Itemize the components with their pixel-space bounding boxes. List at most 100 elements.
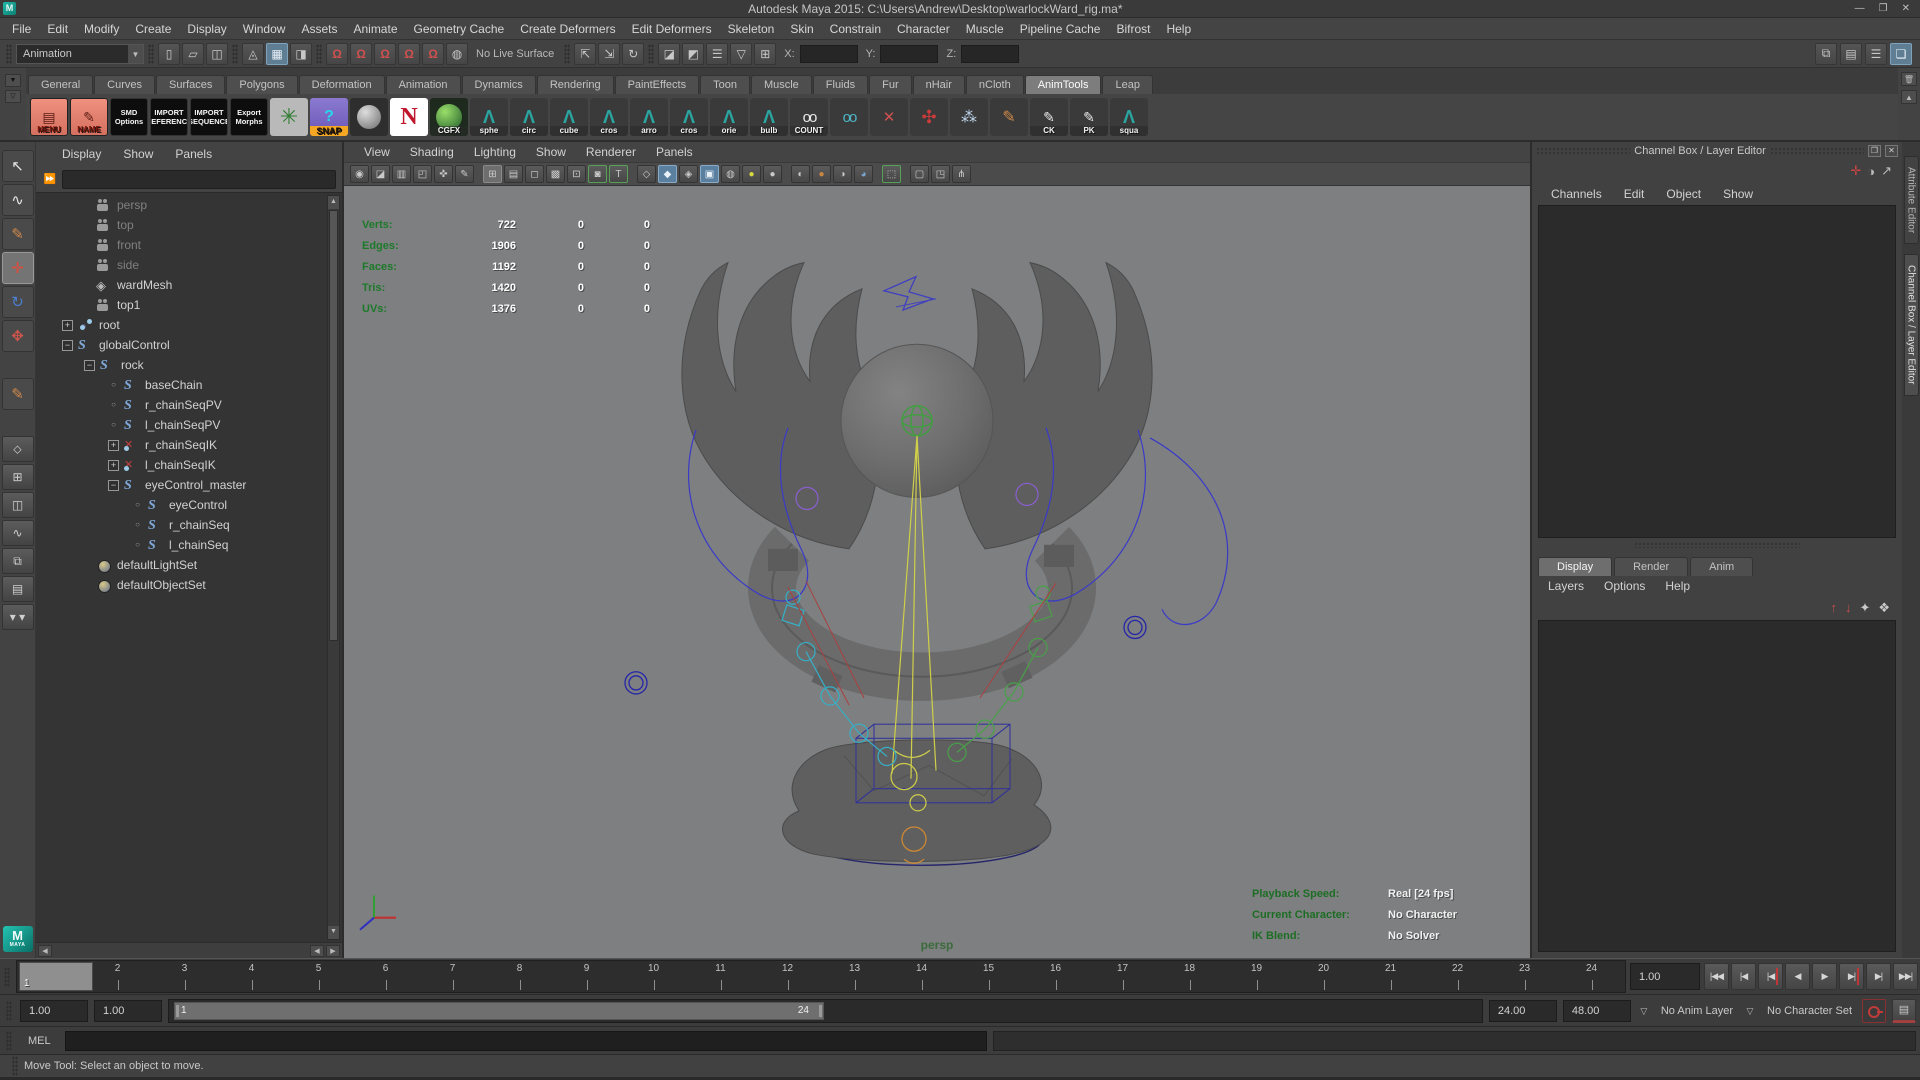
timeline-frame-tick[interactable]: 10 [620, 961, 687, 992]
menu-item[interactable]: Help [1158, 18, 1199, 40]
outliner-item[interactable]: baseChain [36, 375, 326, 395]
character-set-dropdown-icon[interactable]: ▽ [1743, 1004, 1757, 1018]
shelf-button[interactable]: Λ cros [670, 98, 708, 136]
viewport-menu-item[interactable]: Lighting [464, 145, 526, 159]
layout-button[interactable]: ⧉ [1, 548, 34, 574]
menu-item[interactable]: Muscle [958, 18, 1012, 40]
sidebar-vertical-tab[interactable]: Channel Box / Layer Editor [1903, 254, 1919, 396]
viewport-toolbar-icon[interactable]: ▥ [392, 165, 411, 183]
toolbar-grip[interactable] [4, 966, 10, 987]
toolbar-grip[interactable] [6, 1030, 12, 1051]
outliner-item[interactable]: top1 [36, 295, 326, 315]
scroll-right-icon[interactable]: ▶ [326, 944, 340, 957]
outliner-item[interactable]: eyeControl_master [36, 475, 326, 495]
playback-button[interactable]: ▶| [1866, 963, 1891, 990]
outliner-item[interactable]: r_chainSeqPV [36, 395, 326, 415]
viewport-toolbar-icon[interactable] [784, 165, 789, 183]
viewport-toolbar-icon[interactable]: ● [812, 165, 831, 183]
outliner-menu-item[interactable]: Panels [165, 147, 222, 161]
tree-expander-icon[interactable] [132, 500, 143, 511]
render-icon[interactable]: ◪ [658, 42, 681, 65]
outliner-menu-item[interactable]: Display [52, 147, 111, 161]
snap-icon[interactable]: Ω [398, 42, 420, 65]
viewport-toolbar-icon[interactable]: ▣ [700, 165, 719, 183]
tool-button[interactable]: ↖ [1, 150, 34, 182]
viewport-toolbar-icon[interactable]: ◙ [588, 165, 607, 183]
timeline-frame-tick[interactable]: 16 [1022, 961, 1089, 992]
viewport-menu-item[interactable]: Renderer [576, 145, 646, 159]
menu-item[interactable]: Skin [782, 18, 821, 40]
playback-start-field[interactable]: 1.00 [94, 999, 162, 1022]
outliner-item[interactable]: l_chainSeqIK [36, 455, 326, 475]
shelf-button[interactable]: ✣ [910, 98, 948, 136]
snap-icon[interactable]: Ω [422, 42, 444, 65]
outliner-item[interactable]: l_chainSeqPV [36, 415, 326, 435]
auto-keyframe-toggle[interactable] [1862, 998, 1886, 1023]
status-line-icon[interactable]: ▯ [158, 42, 180, 65]
scroll-up-icon[interactable]: ▲ [328, 196, 339, 209]
playback-end-field[interactable]: 24.00 [1488, 999, 1557, 1022]
menu-item[interactable]: Edit Deformers [624, 18, 720, 40]
layer-editor-tab[interactable]: Anim [1690, 556, 1754, 576]
shelf-button[interactable]: ⁂ [950, 98, 988, 136]
playback-button[interactable]: |◀ [1758, 963, 1783, 990]
viewport-canvas[interactable]: Verts: 722 0 0 Edges: 1906 0 0 Faces: 11… [344, 186, 1530, 958]
playback-button[interactable]: |◀◀ [1704, 963, 1729, 990]
viewport-toolbar-icon[interactable]: T [609, 165, 628, 183]
outliner-item[interactable]: top [36, 215, 326, 235]
viewport-toolbar-icon[interactable]: ◍ [721, 165, 740, 183]
snap-icon[interactable]: Ω [350, 42, 372, 65]
current-frame-indicator[interactable]: 1 [19, 962, 93, 991]
menu-set-dropdown[interactable]: Animation ▼ [16, 43, 144, 64]
tool-button[interactable]: ↻ [1, 286, 34, 318]
shelf-tab[interactable]: Fur [869, 75, 912, 94]
viewport-toolbar-icon[interactable]: ● [763, 165, 782, 183]
shelf-button[interactable]: Λ circ [510, 98, 548, 136]
viewport-toolbar-icon[interactable]: ◪ [371, 165, 390, 183]
timeline-frame-tick[interactable]: 20 [1290, 961, 1357, 992]
playback-button[interactable]: ▶| [1839, 963, 1864, 990]
shelf-button[interactable]: Λ bulb [750, 98, 788, 136]
command-input-field[interactable] [64, 1030, 988, 1051]
history-icon[interactable]: ↻ [622, 42, 645, 65]
shelf-tab[interactable]: Polygons [226, 75, 298, 94]
tree-expander-icon[interactable] [108, 439, 119, 451]
menu-item[interactable]: File [4, 18, 39, 40]
shelf-button[interactable]: Λ sphe [470, 98, 508, 136]
shelf-button[interactable]: ● CGFX [430, 98, 468, 136]
status-line-icon[interactable]: ◫ [206, 42, 228, 65]
layout-button[interactable]: ▤ [1, 576, 34, 602]
menu-item[interactable]: Window [235, 18, 294, 40]
sidebar-toggle-icon[interactable]: ☰ [1865, 42, 1887, 65]
outliner-menu-item[interactable]: Show [113, 147, 163, 161]
tree-expander-icon[interactable] [132, 520, 143, 531]
viewport-toolbar-icon[interactable] [875, 165, 880, 183]
toolbar-grip[interactable] [148, 43, 154, 64]
shelf-button[interactable]: Λ orie [710, 98, 748, 136]
menu-item[interactable]: Create Deformers [512, 18, 623, 40]
tool-button[interactable]: ∿ [1, 184, 34, 216]
viewport-toolbar-icon[interactable]: ◳ [931, 165, 950, 183]
outliner-item[interactable]: persp [36, 195, 326, 215]
viewport-menu-item[interactable]: View [354, 145, 400, 159]
menu-item[interactable]: Geometry Cache [406, 18, 513, 40]
x-input-field[interactable] [799, 44, 858, 63]
toolbar-grip[interactable] [6, 1000, 12, 1021]
outliner-item[interactable]: globalControl [36, 335, 326, 355]
status-line-icon[interactable]: ◨ [290, 42, 312, 65]
shelf-tab[interactable]: PaintEffects [614, 75, 700, 94]
timeline-frame-tick[interactable]: 24 [1558, 961, 1625, 992]
render-icon[interactable]: ◩ [682, 42, 705, 65]
status-line-icon[interactable]: ▱ [182, 42, 204, 65]
viewport-menu-item[interactable]: Show [526, 145, 576, 159]
viewport-menu-item[interactable]: Panels [646, 145, 703, 159]
layout-button[interactable]: ⬦ [1, 436, 34, 462]
layer-editor-icon[interactable]: ↓ [1845, 600, 1852, 615]
shelf-tab[interactable]: Fluids [812, 75, 869, 94]
menu-item[interactable]: Pipeline Cache [1012, 18, 1109, 40]
panel-drag-handle[interactable] [1633, 541, 1801, 548]
snap-icon[interactable]: Ω [374, 42, 396, 65]
layer-list-area[interactable] [1538, 619, 1896, 952]
timeline-frame-tick[interactable]: 6 [352, 961, 419, 992]
tool-button[interactable]: ✛ [1, 252, 34, 284]
